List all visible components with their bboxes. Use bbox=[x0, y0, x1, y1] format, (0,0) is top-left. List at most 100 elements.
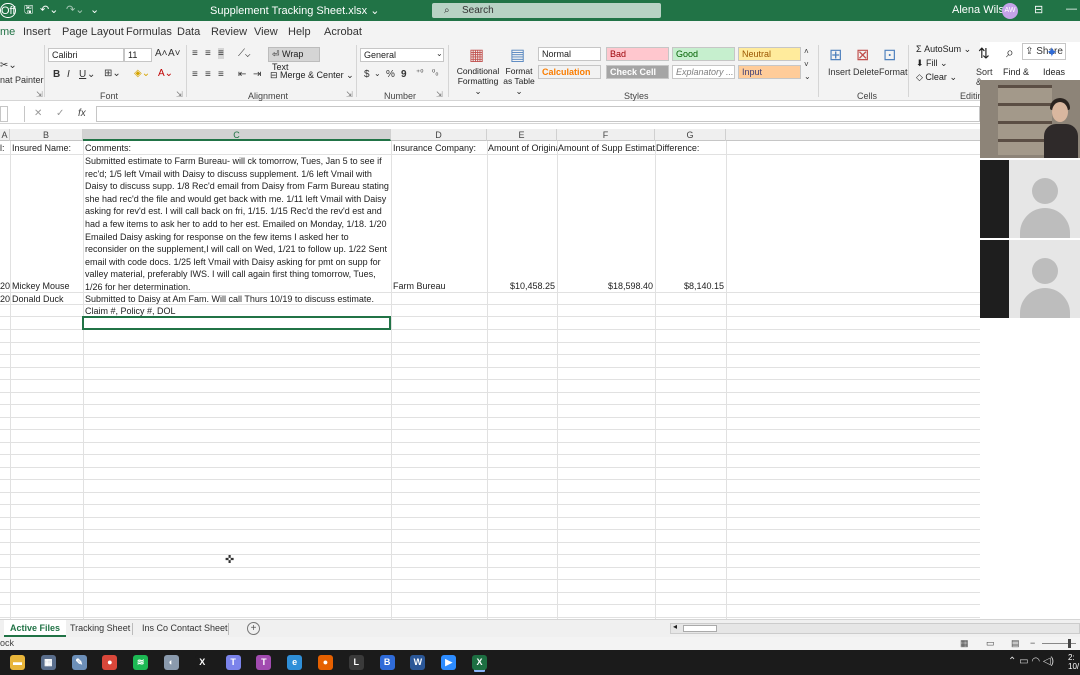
decrease-decimal-icon[interactable]: ⁰₀ bbox=[432, 68, 439, 77]
table-row-1-insurance-company[interactable]: Farm Bureau bbox=[393, 280, 446, 293]
column-header-g[interactable]: G bbox=[655, 129, 726, 141]
taskbar-edge-icon[interactable]: e bbox=[287, 655, 303, 670]
ideas-icon[interactable]: ✦ bbox=[1046, 44, 1058, 61]
cell-style-bad[interactable]: Bad bbox=[606, 47, 669, 61]
taskbar-game-icon[interactable]: L bbox=[348, 655, 364, 670]
delete-button[interactable]: Delete bbox=[853, 67, 879, 77]
taskbar-teams-a-icon[interactable]: T bbox=[225, 655, 241, 670]
tab-acrobat[interactable]: Acrobat bbox=[324, 26, 362, 38]
column-header-c[interactable]: C bbox=[83, 129, 391, 141]
formula-input[interactable] bbox=[96, 106, 980, 122]
taskbar-firefox-icon[interactable]: ● bbox=[318, 655, 333, 670]
cancel-icon[interactable]: ✕ bbox=[34, 108, 42, 119]
delete-cells-icon[interactable]: ⊠ bbox=[856, 45, 869, 65]
insert-button[interactable]: Insert bbox=[828, 67, 851, 77]
column-header-b[interactable]: B bbox=[10, 129, 83, 141]
grow-font-icon[interactable]: A˄ bbox=[155, 48, 168, 59]
taskbar-excel-icon[interactable]: X bbox=[472, 655, 487, 670]
styles-more-icon[interactable]: ⌄ bbox=[804, 72, 811, 81]
font-launcher-icon[interactable]: ⇲ bbox=[176, 90, 183, 99]
taskbar-teams-b-icon[interactable]: T bbox=[256, 655, 272, 670]
video-tile-participant[interactable] bbox=[980, 160, 1080, 238]
cell-style-explanatory[interactable]: Explanatory ... bbox=[672, 65, 735, 79]
tab-data[interactable]: Data bbox=[177, 26, 200, 38]
table-row-2-a[interactable]: 20 bbox=[0, 293, 10, 306]
conditional-formatting-icon[interactable]: ▦ bbox=[469, 45, 484, 65]
share-button[interactable]: ⇪ Share bbox=[1022, 43, 1066, 60]
format-painter-button[interactable]: nat Painter bbox=[0, 75, 44, 85]
cell-style-calculation[interactable]: Calculation bbox=[538, 65, 601, 79]
system-tray[interactable]: ⌃ ▭ ◠ ◁) bbox=[1008, 656, 1054, 667]
normal-view-icon[interactable]: ▦ bbox=[960, 637, 969, 650]
customize-qat-icon[interactable]: ⌄ bbox=[90, 3, 99, 18]
ideas-button[interactable]: Ideas bbox=[1043, 67, 1065, 77]
scrollbar-thumb[interactable] bbox=[683, 625, 717, 632]
autosum-button[interactable]: Σ AutoSum ⌄ bbox=[916, 44, 971, 55]
insert-cells-icon[interactable]: ⊞ bbox=[829, 45, 842, 65]
save-icon[interactable]: 🖫 bbox=[24, 3, 33, 18]
conditional-formatting-button[interactable]: Conditional Formatting ⌄ bbox=[455, 66, 501, 96]
clear-button[interactable]: ◇ Clear ⌄ bbox=[916, 72, 957, 83]
header-cell-insurance-company[interactable]: Insurance Company: bbox=[393, 142, 476, 155]
taskbar-x-icon[interactable]: X bbox=[194, 655, 210, 670]
styles-scroll-up-icon[interactable]: ˄ bbox=[804, 47, 809, 56]
alignment-launcher-icon[interactable]: ⇲ bbox=[346, 90, 353, 99]
add-sheet-button[interactable]: + bbox=[247, 622, 260, 635]
table-row-1-a[interactable]: 20 bbox=[0, 280, 10, 293]
horizontal-scrollbar[interactable]: ◂ bbox=[670, 622, 1080, 634]
taskbar-zoom-icon[interactable]: ▶ bbox=[441, 655, 457, 670]
italic-button[interactable]: I bbox=[67, 69, 70, 80]
top-align-icon[interactable]: ≡ bbox=[192, 48, 198, 59]
tab-insert[interactable]: Insert bbox=[23, 26, 51, 38]
name-box[interactable] bbox=[0, 106, 8, 122]
zoom-out-icon[interactable]: − bbox=[1030, 637, 1035, 650]
increase-indent-icon[interactable]: ⇥ bbox=[253, 69, 261, 80]
taskbar-chrome-icon[interactable]: ● bbox=[102, 655, 118, 670]
redo-icon[interactable]: ↷⌄ bbox=[66, 3, 84, 18]
clipboard-launcher-icon[interactable]: ⇲ bbox=[36, 90, 43, 99]
table-row-1-difference[interactable]: $8,140.15 bbox=[656, 280, 724, 293]
column-header-e[interactable]: E bbox=[487, 129, 557, 141]
taskbar-notes-icon[interactable]: ✎ bbox=[71, 655, 87, 670]
enter-icon[interactable]: ✓ bbox=[56, 108, 64, 119]
sheet-tab-ins-co-contact-sheet[interactable]: Ins Co Contact Sheet bbox=[136, 620, 234, 637]
sheet-tab-active-files[interactable]: Active Files bbox=[4, 620, 67, 637]
table-row-1-comments[interactable]: Submitted estimate to Farm Bureau- will … bbox=[85, 155, 390, 294]
format-as-table-icon[interactable]: ▤ bbox=[510, 45, 525, 65]
avatar[interactable]: AW bbox=[1002, 3, 1018, 19]
video-tile-participant[interactable] bbox=[980, 240, 1080, 318]
bottom-align-icon[interactable]: ≡ bbox=[218, 48, 224, 59]
active-cell-selection[interactable] bbox=[82, 316, 391, 330]
middle-align-icon[interactable]: ≡ bbox=[205, 48, 211, 59]
borders-icon[interactable]: ⊞⌄ bbox=[104, 68, 121, 79]
styles-scroll-down-icon[interactable]: ˅ bbox=[804, 60, 809, 69]
column-header-a[interactable]: A bbox=[0, 129, 10, 141]
taskbar-box-icon[interactable]: B bbox=[379, 655, 395, 670]
header-cell-insured-name[interactable]: Insured Name: bbox=[12, 142, 71, 155]
font-size-select[interactable]: 11 bbox=[124, 48, 152, 62]
comma-button[interactable]: 9 bbox=[401, 69, 407, 80]
column-header-d[interactable]: D bbox=[391, 129, 487, 141]
align-right-icon[interactable]: ≡ bbox=[218, 69, 224, 80]
column-header-f[interactable]: F bbox=[557, 129, 655, 141]
number-launcher-icon[interactable]: ⇲ bbox=[436, 90, 443, 99]
bold-button[interactable]: B bbox=[53, 69, 60, 80]
font-name-select[interactable]: Calibri bbox=[48, 48, 124, 62]
number-format-dropdown-icon[interactable]: ⌄ bbox=[436, 49, 443, 58]
wrap-text-button[interactable]: ⏎ Wrap Text bbox=[268, 47, 320, 72]
underline-button[interactable]: U bbox=[79, 69, 86, 80]
currency-button[interactable]: $ bbox=[364, 69, 370, 80]
cell-style-input[interactable]: Input bbox=[738, 65, 801, 79]
orientation-icon[interactable]: ⟋⌄ bbox=[238, 48, 250, 59]
align-center-icon[interactable]: ≡ bbox=[205, 69, 211, 80]
cell-style-check-cell[interactable]: Check Cell bbox=[606, 65, 669, 79]
decrease-indent-icon[interactable]: ⇤ bbox=[238, 69, 246, 80]
find-select-button[interactable]: Find & bbox=[1003, 67, 1029, 77]
table-row-2-insured-name[interactable]: Donald Duck bbox=[12, 293, 64, 306]
taskbar-calculator-icon[interactable]: ▦ bbox=[40, 655, 56, 670]
header-cell-a[interactable]: l: bbox=[0, 142, 5, 155]
taskbar-file-explorer-icon[interactable]: ▬ bbox=[10, 655, 25, 670]
format-as-table-button[interactable]: Format as Table ⌄ bbox=[500, 66, 538, 96]
page-break-view-icon[interactable]: ▤ bbox=[1011, 637, 1020, 650]
scroll-left-icon[interactable]: ◂ bbox=[673, 622, 677, 631]
